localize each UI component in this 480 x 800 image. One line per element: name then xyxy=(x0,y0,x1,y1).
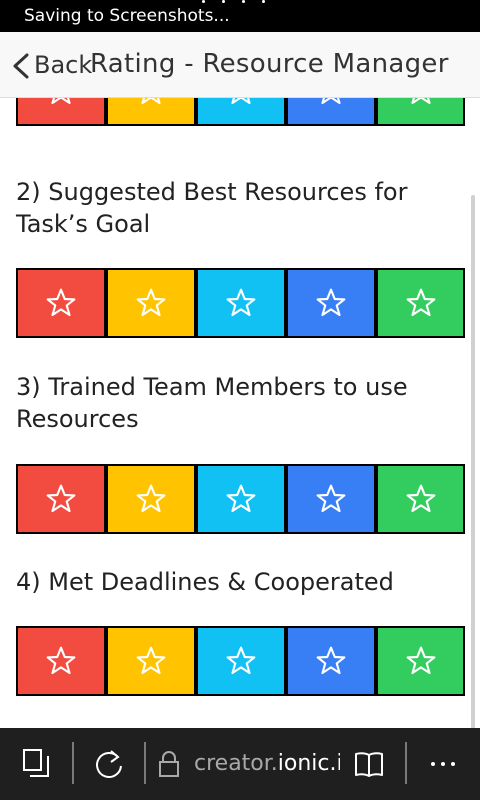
browser-bottom-bar: creator.ionic.io xyxy=(0,728,480,800)
star-outline-icon xyxy=(136,646,166,675)
star-outline-icon xyxy=(316,484,346,513)
rating-star-3[interactable] xyxy=(196,626,286,696)
url-host: ionic.io xyxy=(277,751,340,776)
tabs-icon[interactable] xyxy=(22,748,50,778)
star-outline-icon xyxy=(321,98,341,105)
star-outline-icon xyxy=(231,98,251,105)
star-outline-icon xyxy=(410,98,431,105)
chevron-left-icon xyxy=(13,53,29,79)
page-title: Rating - Resource Manager xyxy=(90,49,449,79)
rating-star-2[interactable] xyxy=(106,464,196,534)
rating-star-1[interactable] xyxy=(16,626,106,696)
rating-star-3[interactable] xyxy=(196,98,286,126)
rating-row-1 xyxy=(16,98,465,126)
rating-row-3 xyxy=(16,464,465,534)
rating-star-2[interactable] xyxy=(106,268,196,338)
rating-star-2[interactable] xyxy=(106,98,196,126)
rating-star-5[interactable] xyxy=(376,626,465,696)
star-outline-icon xyxy=(226,646,256,675)
question-label: 3) Trained Team Members to use Resources xyxy=(16,373,408,433)
signal-dots-icon xyxy=(200,0,280,6)
star-outline-icon xyxy=(141,98,161,105)
address-bar[interactable]: creator.ionic.io xyxy=(194,750,340,778)
nav-header: Back Rating - Resource Manager xyxy=(0,32,480,98)
star-outline-icon xyxy=(226,484,256,513)
reading-view-icon[interactable] xyxy=(354,750,384,778)
star-outline-icon xyxy=(46,288,76,317)
refresh-icon[interactable] xyxy=(92,747,126,781)
rating-star-3[interactable] xyxy=(196,464,286,534)
rating-star-4[interactable] xyxy=(286,626,376,696)
rating-row-2 xyxy=(16,268,465,338)
star-outline-icon xyxy=(136,484,166,513)
divider xyxy=(144,742,146,784)
rating-star-4[interactable] xyxy=(286,464,376,534)
star-outline-icon xyxy=(406,484,435,513)
rating-star-5[interactable] xyxy=(376,98,465,126)
rating-star-1[interactable] xyxy=(16,464,106,534)
rating-star-3[interactable] xyxy=(196,268,286,338)
more-icon[interactable] xyxy=(430,761,456,767)
divider xyxy=(72,742,74,784)
star-outline-icon xyxy=(316,646,346,675)
star-outline-icon xyxy=(136,288,166,317)
scrollbar[interactable] xyxy=(471,195,475,730)
rating-star-2[interactable] xyxy=(106,626,196,696)
rating-row-4 xyxy=(16,626,465,696)
rating-star-5[interactable] xyxy=(376,268,465,338)
status-text: Saving to Screenshots... xyxy=(24,6,230,26)
star-outline-icon xyxy=(51,98,71,105)
lock-icon xyxy=(159,751,179,777)
rating-star-5[interactable] xyxy=(376,464,465,534)
star-outline-icon xyxy=(226,288,256,317)
rating-star-1[interactable] xyxy=(16,98,106,126)
star-outline-icon xyxy=(316,288,346,317)
rating-content[interactable]: 2) Suggested Best Resources for Task’s G… xyxy=(0,98,480,728)
status-bar: Saving to Screenshots... xyxy=(0,0,480,32)
rating-star-4[interactable] xyxy=(286,268,376,338)
question-label: 2) Suggested Best Resources for Task’s G… xyxy=(16,178,408,238)
rating-star-4[interactable] xyxy=(286,98,376,126)
star-outline-icon xyxy=(406,288,435,317)
question-label: 4) Met Deadlines & Cooperated xyxy=(16,568,394,596)
star-outline-icon xyxy=(46,646,76,675)
star-outline-icon xyxy=(46,484,76,513)
back-label: Back xyxy=(34,51,93,79)
star-outline-icon xyxy=(406,646,435,675)
divider xyxy=(405,742,407,784)
rating-star-1[interactable] xyxy=(16,268,106,338)
url-prefix: creator. xyxy=(194,751,278,776)
